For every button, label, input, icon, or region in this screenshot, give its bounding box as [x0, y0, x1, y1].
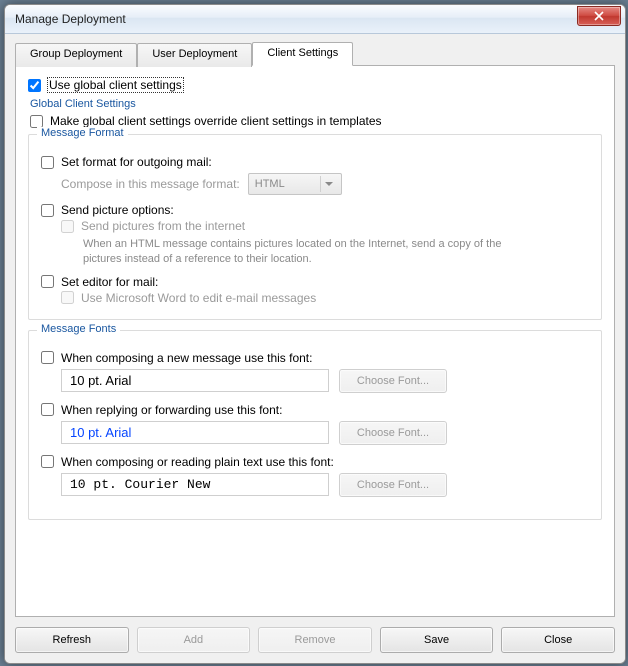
label-font-reply: When replying or forwarding use this fon…: [61, 403, 282, 417]
font-sample-plain: 10 pt. Courier New: [61, 473, 329, 496]
row-compose-format: Compose in this message format: HTML: [61, 173, 589, 195]
row-send-internet: Send pictures from the internet: [61, 219, 589, 233]
row-font-compose: When composing a new message use this fo…: [41, 351, 589, 365]
label-font-compose: When composing a new message use this fo…: [61, 351, 312, 365]
remove-button[interactable]: Remove: [258, 627, 372, 653]
checkbox-use-word: [61, 291, 74, 304]
font-sample-reply: 10 pt. Arial: [61, 421, 329, 444]
checkbox-font-compose[interactable]: [41, 351, 54, 364]
checkbox-set-format[interactable]: [41, 156, 54, 169]
legend-message-format: Message Format: [37, 127, 128, 139]
close-button[interactable]: Close: [501, 627, 615, 653]
label-set-editor: Set editor for mail:: [61, 275, 158, 289]
label-set-format: Set format for outgoing mail:: [61, 155, 212, 169]
label-compose-format: Compose in this message format:: [61, 177, 240, 191]
label-use-global: Use global client settings: [48, 78, 183, 92]
checkbox-send-internet: [61, 220, 74, 233]
font-sample-compose: 10 pt. Arial: [61, 369, 329, 392]
checkbox-font-plain[interactable]: [41, 455, 54, 468]
row-set-editor: Set editor for mail:: [41, 275, 589, 289]
refresh-button[interactable]: Refresh: [15, 627, 129, 653]
row-font-plain-sample: 10 pt. Courier New Choose Font...: [61, 473, 589, 497]
label-use-word: Use Microsoft Word to edit e-mail messag…: [81, 291, 316, 305]
help-send-internet: When an HTML message contains pictures l…: [83, 237, 523, 267]
dialog-window: Manage Deployment Group Deployment User …: [4, 4, 626, 664]
close-icon: [594, 11, 604, 21]
combo-message-format[interactable]: HTML: [248, 173, 342, 195]
legend-message-fonts: Message Fonts: [37, 323, 120, 335]
label-send-internet: Send pictures from the internet: [81, 219, 245, 233]
tab-page-client-settings: Use global client settings Global Client…: [15, 65, 615, 617]
label-font-plain: When composing or reading plain text use…: [61, 455, 334, 469]
tab-strip: Group Deployment User Deployment Client …: [15, 42, 615, 66]
row-font-reply-sample: 10 pt. Arial Choose Font...: [61, 421, 589, 445]
client-area: Group Deployment User Deployment Client …: [5, 34, 625, 663]
group-message-fonts: Message Fonts When composing a new messa…: [28, 330, 602, 520]
row-send-picture-options: Send picture options:: [41, 203, 589, 217]
row-set-format: Set format for outgoing mail:: [41, 155, 589, 169]
row-override: Make global client settings override cli…: [30, 114, 602, 128]
window-close-button[interactable]: [577, 6, 621, 26]
tab-user-deployment[interactable]: User Deployment: [137, 43, 252, 67]
checkbox-send-picture-options[interactable]: [41, 204, 54, 217]
row-font-plain: When composing or reading plain text use…: [41, 455, 589, 469]
label-override-templates: Make global client settings override cli…: [50, 114, 382, 128]
choose-font-plain-button[interactable]: Choose Font...: [339, 473, 447, 497]
label-send-picture-options: Send picture options:: [61, 203, 174, 217]
row-font-reply: When replying or forwarding use this fon…: [41, 403, 589, 417]
checkbox-override-templates[interactable]: [30, 115, 43, 128]
checkbox-font-reply[interactable]: [41, 403, 54, 416]
checkbox-use-global[interactable]: [28, 79, 41, 92]
choose-font-reply-button[interactable]: Choose Font...: [339, 421, 447, 445]
row-font-compose-sample: 10 pt. Arial Choose Font...: [61, 369, 589, 393]
tab-group-deployment[interactable]: Group Deployment: [15, 43, 137, 67]
checkbox-set-editor[interactable]: [41, 275, 54, 288]
row-use-word: Use Microsoft Word to edit e-mail messag…: [61, 291, 589, 305]
section-global-client-settings: Global Client Settings: [30, 98, 602, 110]
choose-font-compose-button[interactable]: Choose Font...: [339, 369, 447, 393]
combo-message-format-value: HTML: [255, 178, 285, 190]
bottom-button-bar: Refresh Add Remove Save Close: [15, 617, 615, 653]
row-use-global: Use global client settings: [28, 78, 602, 92]
titlebar[interactable]: Manage Deployment: [5, 5, 625, 34]
window-title: Manage Deployment: [15, 12, 577, 26]
group-message-format: Message Format Set format for outgoing m…: [28, 134, 602, 320]
save-button[interactable]: Save: [380, 627, 494, 653]
tab-client-settings[interactable]: Client Settings: [252, 42, 353, 66]
add-button[interactable]: Add: [137, 627, 251, 653]
chevron-down-icon: [320, 176, 337, 192]
